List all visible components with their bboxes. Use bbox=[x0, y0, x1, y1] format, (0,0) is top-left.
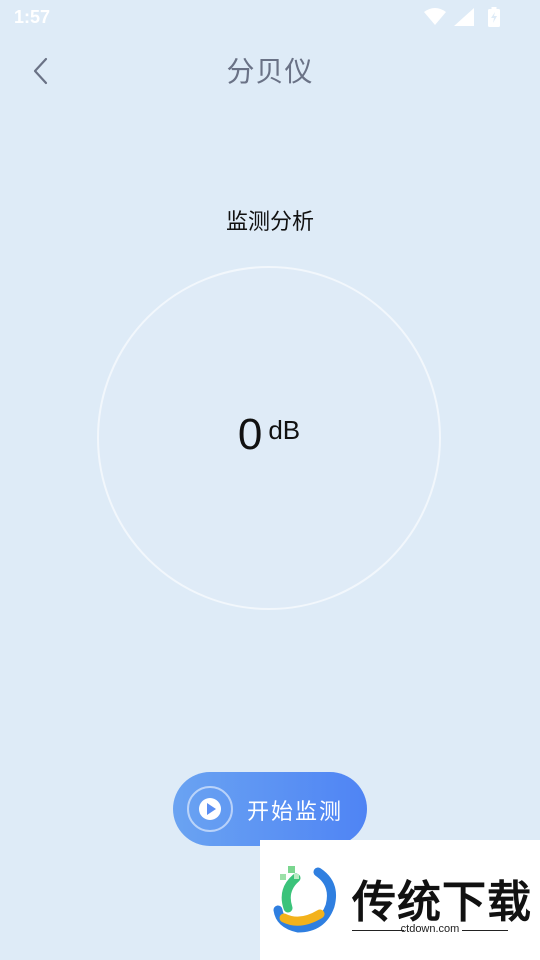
decibel-unit: dB bbox=[268, 415, 301, 445]
page-title: 分贝仪 bbox=[226, 55, 314, 88]
section-title: 监测分析 bbox=[225, 210, 314, 235]
play-icon bbox=[199, 798, 221, 820]
ctdown-logo-icon bbox=[273, 866, 336, 933]
start-monitoring-button[interactable]: 开始监测 bbox=[173, 772, 367, 846]
start-monitoring-label: 开始监测 bbox=[247, 800, 344, 825]
watermark-brand: 传统下载 bbox=[352, 877, 532, 928]
screen: 1:57 分贝仪 监测分析 0 dB 开始监测 传统下载 ctdown.com bbox=[0, 0, 540, 960]
wifi-icon bbox=[424, 8, 446, 25]
status-time: 1:57 bbox=[14, 7, 51, 27]
status-bar: 1:57 bbox=[0, 0, 540, 36]
decibel-value: 0 bbox=[237, 410, 263, 459]
watermark-url: ctdown.com bbox=[400, 923, 460, 935]
play-button-ring bbox=[187, 786, 233, 832]
meter-readout: 0 dB bbox=[97, 410, 441, 470]
cell-signal-icon bbox=[454, 8, 474, 26]
watermark: 传统下载 ctdown.com bbox=[260, 840, 540, 960]
battery-charging-icon bbox=[488, 7, 500, 27]
watermark-divider-right bbox=[462, 930, 508, 931]
